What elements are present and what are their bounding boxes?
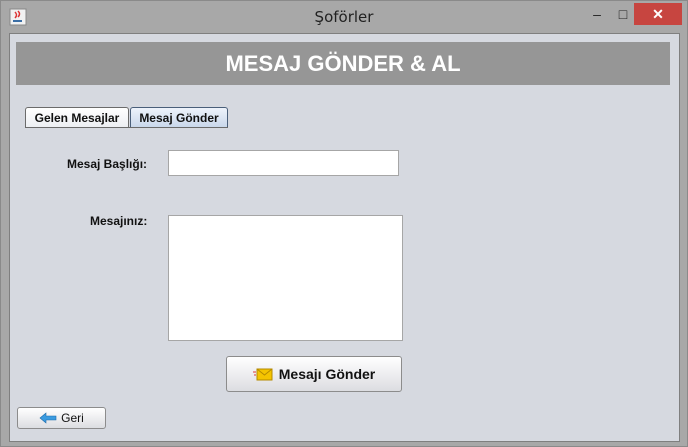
tab-gelen-mesajlar[interactable]: Gelen Mesajlar xyxy=(25,107,129,128)
tab-divider xyxy=(25,127,228,128)
arrow-left-icon xyxy=(39,412,57,424)
message-title-input[interactable] xyxy=(168,150,399,176)
header-title: MESAJ GÖNDER & AL xyxy=(225,51,461,76)
minimize-button[interactable]: – xyxy=(584,3,610,25)
header-banner: MESAJ GÖNDER & AL xyxy=(16,42,670,85)
close-button[interactable]: ✕ xyxy=(634,3,682,25)
send-message-button[interactable]: Mesajı Gönder xyxy=(226,356,402,392)
back-button[interactable]: Geri xyxy=(17,407,106,429)
title-bar: Şoförler – □ ✕ xyxy=(1,1,687,33)
content-panel: MESAJ GÖNDER & AL Gelen Mesajlar Mesaj G… xyxy=(9,33,680,442)
app-window: Şoförler – □ ✕ MESAJ GÖNDER & AL Gelen M… xyxy=(0,0,688,447)
back-button-label: Geri xyxy=(61,411,84,425)
message-body-label: Mesajınız: xyxy=(90,214,148,228)
tab-mesaj-gonder[interactable]: Mesaj Gönder xyxy=(130,107,228,128)
message-body-textarea[interactable] xyxy=(168,215,403,341)
envelope-icon xyxy=(252,368,273,381)
maximize-button[interactable]: □ xyxy=(610,3,636,25)
send-button-label: Mesajı Gönder xyxy=(278,366,376,382)
message-title-label: Mesaj Başlığı: xyxy=(67,157,148,171)
